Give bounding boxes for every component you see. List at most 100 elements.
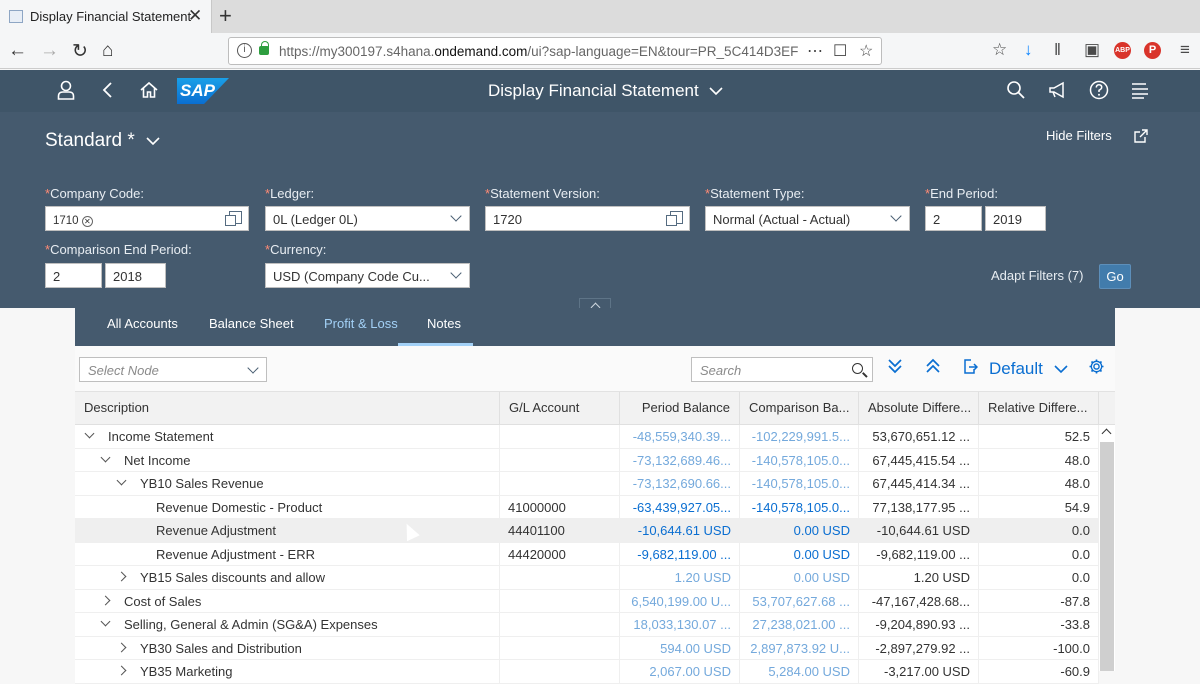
column-header-period-balance[interactable]: Period Balance <box>620 392 740 425</box>
table-row[interactable]: Revenue Adjustment - ERR 44420000 -9,682,1… <box>75 542 1099 566</box>
comparison-year-field[interactable]: 2018 <box>105 263 166 288</box>
search-input[interactable]: Search <box>691 357 873 382</box>
scroll-up-icon[interactable] <box>1101 428 1112 439</box>
search-icon[interactable] <box>1006 80 1026 106</box>
table-row[interactable]: YB30 Sales and Distribution 594.00 USD 2,8… <box>75 636 1099 660</box>
table-row[interactable]: Cost of Sales 6,540,199.00 U... 53,707,627… <box>75 589 1099 613</box>
comparison-period-field[interactable]: 2 <box>45 263 102 288</box>
pocket-icon[interactable]: ☐ <box>833 41 847 61</box>
search-icon[interactable] <box>852 363 863 374</box>
notifications-megaphone-icon[interactable] <box>1048 80 1068 106</box>
tab-notes[interactable]: Notes <box>427 316 461 331</box>
home-icon[interactable]: ⌂ <box>102 40 113 62</box>
export-icon[interactable] <box>961 358 979 380</box>
app-title[interactable]: Display Financial Statement <box>488 81 724 101</box>
table-row[interactable]: Revenue Domestic - Product 41000000 -63,43… <box>75 495 1099 519</box>
column-header-relative-difference[interactable]: Relative Differe... <box>979 392 1099 425</box>
back-nav-icon[interactable] <box>101 80 115 106</box>
cell-period-balance[interactable]: 594.00 USD <box>620 636 740 660</box>
expand-all-icon[interactable] <box>887 358 903 379</box>
reload-icon[interactable]: ↻ <box>72 40 88 63</box>
cell-comparison-balance[interactable]: -140,578,105.0... <box>740 472 859 496</box>
collapse-all-icon[interactable] <box>925 358 941 379</box>
share-icon[interactable] <box>1133 128 1149 149</box>
cell-period-balance[interactable]: -63,439,927.05... <box>620 495 740 519</box>
cell-comparison-balance[interactable]: 2,897,873.92 U... <box>740 636 859 660</box>
column-header-comparison-balance[interactable]: Comparison Ba... <box>740 392 859 425</box>
settings-gear-icon[interactable] <box>1088 358 1105 380</box>
library-icon[interactable]: ‖ <box>1054 40 1061 60</box>
cell-comparison-balance[interactable]: 0.00 USD <box>740 542 859 566</box>
downloads-icon[interactable]: ↓ <box>1024 40 1033 60</box>
sidebar-icon[interactable]: ▣ <box>1084 40 1100 60</box>
site-info-icon[interactable]: i <box>237 43 252 58</box>
back-icon[interactable]: ← <box>8 40 27 62</box>
table-row[interactable]: YB15 Sales discounts and allow 1.20 USD 0.… <box>75 566 1099 590</box>
remove-token-icon[interactable]: ✕ <box>81 216 93 227</box>
go-button[interactable]: Go <box>1099 264 1131 289</box>
pinterest-icon[interactable]: P <box>1144 42 1161 59</box>
chevron-right-icon[interactable] <box>100 595 111 605</box>
menu-icon[interactable]: ≡ <box>1180 40 1190 60</box>
tab-all-accounts[interactable]: All Accounts <box>107 316 178 331</box>
cell-comparison-balance[interactable]: 0.00 USD <box>740 519 859 543</box>
table-row[interactable]: YB35 Marketing 2,067.00 USD 5,284.00 USD -3… <box>75 660 1099 684</box>
chevron-down-icon[interactable] <box>116 475 127 486</box>
end-period-year-field[interactable]: 2019 <box>985 206 1046 231</box>
chevron-down-icon[interactable] <box>100 616 111 627</box>
cell-comparison-balance[interactable]: -102,229,991.5... <box>740 425 859 449</box>
cell-comparison-balance[interactable]: 53,707,627.68 ... <box>740 589 859 613</box>
table-row[interactable]: Net Income -73,132,689.46... -140,578,105.… <box>75 448 1099 472</box>
chevron-right-icon[interactable] <box>116 571 127 582</box>
cell-period-balance[interactable]: -48,559,340.39... <box>620 425 740 449</box>
company-code-field[interactable]: 1710 ✕ <box>45 206 249 231</box>
adapt-filters-button[interactable]: Adapt Filters (7) <box>991 268 1083 283</box>
column-header-absolute-difference[interactable]: Absolute Differe... <box>859 392 979 425</box>
bookmarks-icon[interactable]: ☆ <box>992 40 1007 60</box>
cell-period-balance[interactable]: 18,033,130.07 ... <box>620 613 740 637</box>
adblock-icon[interactable]: ABP <box>1114 42 1131 59</box>
cell-period-balance[interactable]: 1.20 USD <box>620 566 740 590</box>
value-help-icon[interactable] <box>666 211 683 226</box>
table-row[interactable]: Selling, General & Admin (SG&A) Expenses… <box>75 613 1099 637</box>
tab-profit-loss[interactable]: Profit & Loss <box>324 316 398 331</box>
column-header-gl-account[interactable]: G/L Account <box>500 392 620 425</box>
new-tab-icon[interactable]: + <box>219 3 232 29</box>
help-icon[interactable] <box>1089 80 1109 106</box>
currency-select[interactable]: USD (Company Code Cu... <box>265 263 470 288</box>
home-nav-icon[interactable] <box>139 80 159 106</box>
cell-comparison-balance[interactable]: -140,578,105.0... <box>740 448 859 472</box>
cell-period-balance[interactable]: -10,644.61 USD <box>620 519 740 543</box>
end-period-field[interactable]: 2 <box>925 206 982 231</box>
value-help-icon[interactable] <box>225 211 242 226</box>
browser-tab[interactable]: Display Financial Statement ✕ <box>0 0 212 33</box>
table-row[interactable]: Revenue Adjustment 44401100 -10,644.61 USD… <box>75 519 1099 543</box>
cell-comparison-balance[interactable]: 5,284.00 USD <box>740 660 859 684</box>
chevron-down-icon[interactable] <box>84 428 95 439</box>
close-tab-icon[interactable]: ✕ <box>188 6 202 26</box>
hide-filters-button[interactable]: Hide Filters <box>1046 128 1112 143</box>
scrollbar-thumb[interactable] <box>1100 442 1114 671</box>
overflow-menu-icon[interactable] <box>1130 80 1150 106</box>
statement-version-field[interactable]: 1720 <box>485 206 690 231</box>
statement-type-select[interactable]: Normal (Actual - Actual) <box>705 206 910 231</box>
table-variant-select[interactable]: Default <box>989 359 1068 379</box>
cell-comparison-balance[interactable]: -140,578,105.0... <box>740 495 859 519</box>
column-header-description[interactable]: Description <box>75 392 500 425</box>
ledger-select[interactable]: 0L (Ledger 0L) <box>265 206 470 231</box>
tab-balance-sheet[interactable]: Balance Sheet <box>209 316 294 331</box>
cell-period-balance[interactable]: -73,132,689.46... <box>620 448 740 472</box>
cell-period-balance[interactable]: -9,682,119.00 ... <box>620 542 740 566</box>
company-code-token[interactable]: 1710 ✕ <box>53 215 93 227</box>
table-row[interactable]: YB10 Sales Revenue -73,132,690.66... -140,… <box>75 472 1099 496</box>
cell-period-balance[interactable]: -73,132,690.66... <box>620 472 740 496</box>
table-row[interactable]: Income Statement -48,559,340.39... -102,22… <box>75 425 1099 449</box>
user-icon[interactable] <box>57 80 75 106</box>
address-bar[interactable]: i https://my300197.s4hana.ondemand.com/u… <box>228 37 882 65</box>
sap-logo[interactable]: SAP <box>177 78 229 104</box>
chevron-down-icon[interactable] <box>100 452 111 462</box>
cell-comparison-balance[interactable]: 27,238,021.00 ... <box>740 613 859 637</box>
select-node-combobox[interactable]: Select Node <box>79 357 267 382</box>
vertical-scrollbar[interactable] <box>1099 425 1115 671</box>
page-actions-icon[interactable]: ⋯ <box>807 41 823 61</box>
